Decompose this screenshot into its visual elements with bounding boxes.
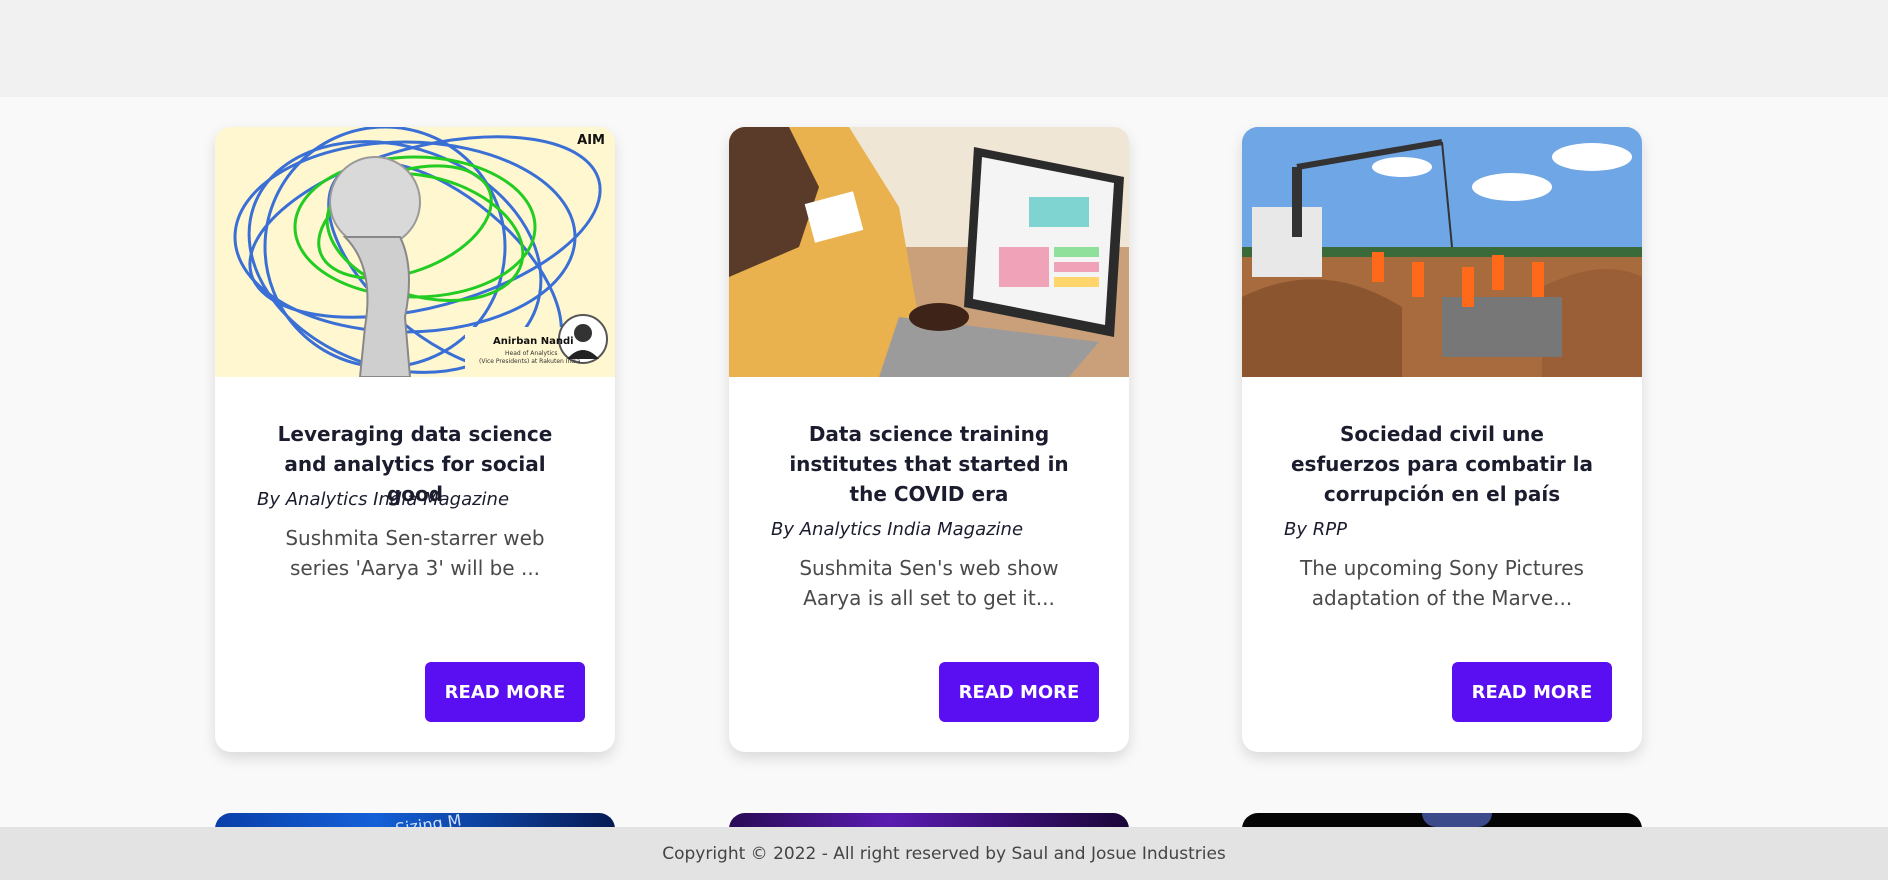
image-caption-org: (Vice Presidents) at Rakuten India [479,358,581,365]
card-image [1242,127,1642,377]
card-author: By Analytics India Magazine [771,519,1024,540]
image-logo: AIM [577,133,605,148]
news-grid: AIM Anirban Nandi Head of Analytics (Vic… [0,0,1888,880]
peek-image-shape [1422,813,1492,827]
read-more-button[interactable]: READ MORE [425,662,585,722]
card-author: By RPP [1284,519,1347,540]
copyright-text: Copyright © 2022 - All right reserved by… [662,843,1226,864]
card-image: AIM Anirban Nandi Head of Analytics (Vic… [215,127,615,377]
page-footer: Copyright © 2022 - All right reserved by… [0,827,1888,880]
read-more-button[interactable]: READ MORE [939,662,1099,722]
card-author: By Analytics India Magazine [257,489,510,510]
image-caption-name: Anirban Nandi [493,336,574,347]
card-title: Sociedad civil une esfuerzos para combat… [1290,422,1594,506]
read-more-button[interactable]: READ MORE [1452,662,1612,722]
card-excerpt: Sushmita Sen-starrer web series 'Aarya 3… [285,526,545,580]
card-image [729,127,1129,377]
card-excerpt: The upcoming Sony Pictures adaptation of… [1300,556,1584,610]
laptop-analytics-photo [729,127,1129,377]
card-title: Data science training institutes that st… [789,422,1069,506]
image-caption-role: Head of Analytics [505,350,558,357]
news-card: Data science training institutes that st… [729,127,1129,752]
card-excerpt: Sushmita Sen's web show Aarya is all set… [799,556,1059,610]
construction-site-photo [1242,127,1642,377]
news-card: Sociedad civil une esfuerzos para combat… [1242,127,1642,752]
news-card: AIM Anirban Nandi Head of Analytics (Vic… [215,127,615,752]
